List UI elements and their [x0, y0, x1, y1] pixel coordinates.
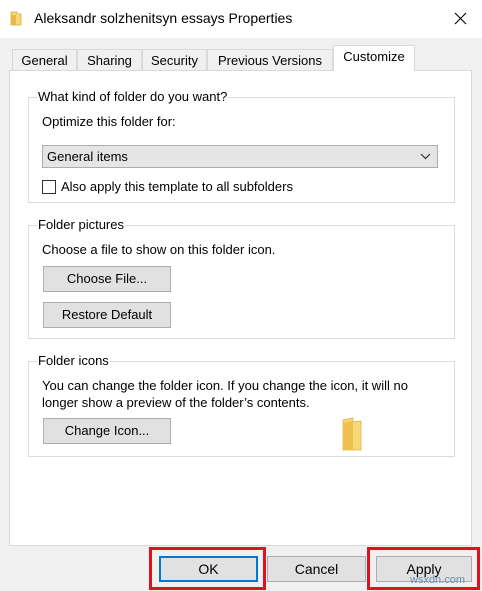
folder-icons-description-line1: You can change the folder icon. If you c…: [42, 378, 408, 393]
folder-type-title: What kind of folder do you want?: [37, 89, 229, 104]
folder-pictures-title: Folder pictures: [37, 217, 125, 232]
tab-previous-versions[interactable]: Previous Versions: [207, 49, 333, 70]
tab-strip: General Sharing Security Previous Versio…: [0, 38, 482, 71]
close-button[interactable]: [446, 4, 476, 34]
apply-subfolders-checkbox[interactable]: [42, 180, 56, 194]
folder-icons-description-line2: longer show a preview of the folder’s co…: [42, 395, 310, 410]
folder-pictures-group: Folder pictures Choose a file to show on…: [28, 217, 455, 339]
customize-panel: What kind of folder do you want? Optimiz…: [9, 70, 472, 546]
ok-button[interactable]: OK: [159, 556, 258, 582]
tab-customize[interactable]: Customize: [333, 45, 415, 71]
watermark: wsxdn.com: [410, 574, 466, 586]
change-icon-button[interactable]: Change Icon...: [43, 418, 171, 444]
apply-subfolders-label[interactable]: Also apply this template to all subfolde…: [61, 179, 293, 194]
folder-icon: [10, 11, 22, 26]
cancel-button[interactable]: Cancel: [267, 556, 366, 582]
close-icon: [454, 12, 467, 25]
title-bar: Aleksandr solzhenitsyn essays Properties: [0, 0, 482, 38]
folder-icons-title: Folder icons: [37, 353, 110, 368]
folder-type-group: What kind of folder do you want? Optimiz…: [28, 89, 455, 203]
restore-default-button[interactable]: Restore Default: [43, 302, 171, 328]
folder-icons-group: Folder icons You can change the folder i…: [28, 353, 455, 457]
optimize-dropdown[interactable]: General items: [42, 145, 438, 168]
optimize-label: Optimize this folder for:: [42, 114, 176, 129]
window-title: Aleksandr solzhenitsyn essays Properties: [34, 10, 293, 26]
chevron-down-icon: [420, 153, 431, 160]
folder-pictures-description: Choose a file to show on this folder ico…: [42, 242, 276, 257]
tab-general[interactable]: General: [12, 49, 77, 70]
tab-security[interactable]: Security: [142, 49, 207, 70]
folder-preview-icon: [342, 417, 362, 451]
tab-sharing[interactable]: Sharing: [77, 49, 142, 70]
optimize-selected-value: General items: [47, 149, 128, 164]
choose-file-button[interactable]: Choose File...: [43, 266, 171, 292]
